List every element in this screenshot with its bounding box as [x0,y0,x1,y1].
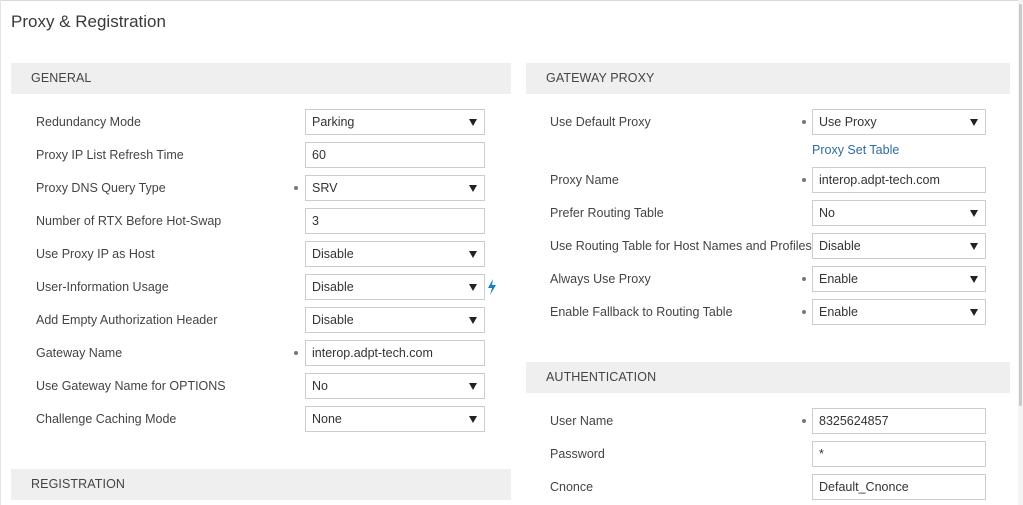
add-empty-authorization-header-select[interactable]: Disable [305,307,485,333]
field-label: Redundancy Mode [36,115,141,129]
rtx-before-hot-swap-input-box [305,208,485,234]
field-label: Proxy Name [550,173,619,187]
proxy-ip-refresh-input-box [305,142,485,168]
field-label: Use Proxy IP as Host [36,247,155,261]
form-row-rtx-before-hot-swap: Number of RTX Before Hot-Swap [0,208,511,234]
field-label: Always Use Proxy [550,272,651,286]
form-row-proxy-dns-query-type: Proxy DNS Query Type SRV [0,175,511,201]
dropdown-arrow-icon [970,210,978,217]
field-label: Use Default Proxy [550,115,651,129]
form-row-use-routing-table-for-host-names: Use Routing Table for Host Names and Pro… [526,233,1010,259]
window-top-border [0,0,1023,1]
form-row-enable-fallback-to-routing-table: Enable Fallback to Routing Table Enable [526,299,1010,325]
proxy-dns-query-type-select[interactable]: SRV [305,175,485,201]
section-title: REGISTRATION [31,477,126,491]
cnonce-input[interactable] [819,475,985,499]
proxy-set-table-link[interactable]: Proxy Set Table [812,143,899,157]
form-row-cnonce: Cnonce [526,474,1010,500]
password-input[interactable] [819,442,985,466]
field-label: Enable Fallback to Routing Table [550,305,733,319]
form-row-proxy-name: Proxy Name [526,167,1010,193]
use-proxy-ip-as-host-select[interactable]: Disable [305,241,485,267]
dropdown-arrow-icon [469,416,477,423]
gateway-name-input-box [305,340,485,366]
section-header-general: GENERAL [11,63,511,94]
section-title: GENERAL [31,71,92,85]
rtx-before-hot-swap-input[interactable] [312,209,484,233]
form-row-use-gateway-name-for-options: Use Gateway Name for OPTIONS No [0,373,511,399]
proxy-ip-refresh-input[interactable] [312,143,484,167]
dropdown-arrow-icon [970,243,978,250]
section-header-authentication: AUTHENTICATION [526,362,1010,393]
modified-indicator [294,351,298,355]
form-row-gateway-name: Gateway Name [0,340,511,366]
dropdown-arrow-icon [970,276,978,283]
dropdown-arrow-icon [469,251,477,258]
modified-indicator [802,120,806,124]
form-row-user-name: User Name [526,408,1010,434]
vertical-scrollbar-thumb[interactable] [1019,4,1022,406]
challenge-caching-mode-select[interactable]: None [305,406,485,432]
page-title: Proxy & Registration [11,12,166,31]
prefer-routing-table-select[interactable]: No [812,200,986,226]
password-input-box [812,441,986,467]
form-row-use-default-proxy: Use Default Proxy Use Proxy [526,109,1010,135]
field-label: User Name [550,414,614,428]
field-label: Proxy DNS Query Type [36,181,166,195]
field-label: Cnonce [550,480,594,494]
use-gateway-name-for-options-select[interactable]: No [305,373,485,399]
section-title: AUTHENTICATION [546,370,657,384]
dropdown-arrow-icon [469,119,477,126]
section-title: GATEWAY PROXY [546,71,655,85]
field-label: Prefer Routing Table [550,206,664,220]
modified-indicator [802,310,806,314]
form-row-always-use-proxy: Always Use Proxy Enable [526,266,1010,292]
dropdown-arrow-icon [469,284,477,291]
dropdown-arrow-icon [970,119,978,126]
modified-indicator [294,186,298,190]
lightning-bolt-icon [488,279,496,295]
section-header-gateway-proxy: GATEWAY PROXY [526,63,1010,94]
modified-indicator [802,178,806,182]
form-row-user-information-usage: User-Information Usage Disable [0,274,511,300]
always-use-proxy-select[interactable]: Enable [812,266,986,292]
modified-indicator [802,419,806,423]
use-default-proxy-select[interactable]: Use Proxy [812,109,986,135]
field-label: Proxy IP List Refresh Time [36,148,184,162]
form-row-password: Password [526,441,1010,467]
field-label: Gateway Name [36,346,123,360]
form-row-add-empty-authorization-header: Add Empty Authorization Header Disable [0,307,511,333]
enable-fallback-to-routing-table-select[interactable]: Enable [812,299,986,325]
field-label: Add Empty Authorization Header [36,313,218,327]
form-row-challenge-caching-mode: Challenge Caching Mode None [0,406,511,432]
proxy-name-input[interactable] [819,168,985,192]
form-row-redundancy-mode: Redundancy Mode Parking [0,109,511,135]
dropdown-arrow-icon [469,317,477,324]
use-routing-table-for-host-names-select[interactable]: Disable [812,233,986,259]
field-label: Challenge Caching Mode [36,412,177,426]
field-label: Number of RTX Before Hot-Swap [36,214,222,228]
form-row-proxy-ip-refresh: Proxy IP List Refresh Time [0,142,511,168]
proxy-name-input-box [812,167,986,193]
field-label: Use Routing Table for Host Names and Pro… [550,239,812,253]
field-label: Use Gateway Name for OPTIONS [36,379,226,393]
dropdown-arrow-icon [970,309,978,316]
field-label: Password [550,447,605,461]
redundancy-mode-select[interactable]: Parking [305,109,485,135]
field-label: User-Information Usage [36,280,169,294]
dropdown-arrow-icon [469,185,477,192]
form-row-use-proxy-ip-as-host: Use Proxy IP as Host Disable [0,241,511,267]
form-row-prefer-routing-table: Prefer Routing Table No [526,200,1010,226]
dropdown-arrow-icon [469,383,477,390]
user-name-input[interactable] [819,409,985,433]
user-information-usage-select[interactable]: Disable [305,274,485,300]
gateway-name-input[interactable] [312,341,484,365]
modified-indicator [802,277,806,281]
cnonce-input-box [812,474,986,500]
section-header-registration[interactable]: REGISTRATION [11,469,511,500]
user-name-input-box [812,408,986,434]
